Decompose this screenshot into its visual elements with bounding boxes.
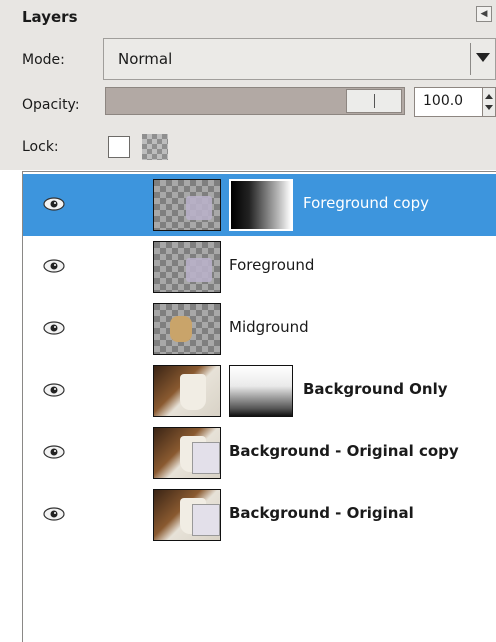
- layer-row[interactable]: Background - Original copy: [23, 422, 496, 484]
- mode-dropdown[interactable]: Normal: [103, 38, 496, 80]
- layer-thumbnail[interactable]: [153, 427, 221, 479]
- eye-icon[interactable]: [43, 505, 65, 523]
- opacity-slider[interactable]: [105, 87, 405, 115]
- layer-thumbnail[interactable]: [153, 489, 221, 541]
- opacity-label: Opacity:: [22, 97, 80, 113]
- layer-row[interactable]: Background Only: [23, 360, 496, 422]
- eye-icon[interactable]: [43, 319, 65, 337]
- layers-list: Foreground copy Foreground Midground Bac…: [22, 171, 496, 642]
- eye-icon[interactable]: [43, 443, 65, 461]
- layer-name[interactable]: Background - Original copy: [229, 442, 459, 460]
- layer-row[interactable]: Foreground: [23, 236, 496, 298]
- layer-row[interactable]: Foreground copy: [23, 174, 496, 236]
- eye-icon[interactable]: [43, 381, 65, 399]
- opacity-spinbox[interactable]: 100.0: [414, 87, 496, 117]
- layer-name[interactable]: Midground: [229, 318, 309, 336]
- layer-name[interactable]: Background Only: [303, 380, 448, 398]
- opacity-slider-handle[interactable]: [346, 89, 402, 113]
- layers-panel-header: Layers ◀ Mode: Normal Opacity: 100.0 Loc…: [0, 0, 496, 170]
- chevron-down-icon[interactable]: [476, 53, 490, 62]
- layer-name[interactable]: Foreground: [229, 256, 314, 274]
- layer-thumbnail[interactable]: [153, 241, 221, 293]
- lock-alpha-checkbox[interactable]: [108, 136, 130, 158]
- layer-name[interactable]: Background - Original: [229, 504, 414, 522]
- layer-row[interactable]: Midground: [23, 298, 496, 360]
- lock-pixels-toggle[interactable]: [142, 134, 168, 160]
- layer-mask-thumbnail[interactable]: [229, 179, 293, 231]
- spin-down-icon[interactable]: [485, 105, 493, 110]
- eye-icon[interactable]: [43, 257, 65, 275]
- panel-title: Layers: [22, 8, 78, 26]
- layer-mask-thumbnail[interactable]: [229, 365, 293, 417]
- layer-thumbnail[interactable]: [153, 365, 221, 417]
- opacity-value[interactable]: 100.0: [423, 93, 463, 109]
- dropdown-separator: [470, 43, 471, 75]
- eye-icon[interactable]: [43, 195, 65, 213]
- mode-label: Mode:: [22, 52, 65, 68]
- layer-thumbnail[interactable]: [153, 303, 221, 355]
- layer-thumbnail[interactable]: [153, 179, 221, 231]
- spin-up-icon[interactable]: [485, 94, 493, 99]
- spin-arrows[interactable]: [482, 88, 495, 116]
- lock-label: Lock:: [22, 139, 59, 155]
- detach-icon[interactable]: ◀: [476, 6, 492, 22]
- layer-name[interactable]: Foreground copy: [303, 194, 429, 212]
- layer-row[interactable]: Background - Original: [23, 484, 496, 546]
- mode-value: Normal: [118, 50, 173, 68]
